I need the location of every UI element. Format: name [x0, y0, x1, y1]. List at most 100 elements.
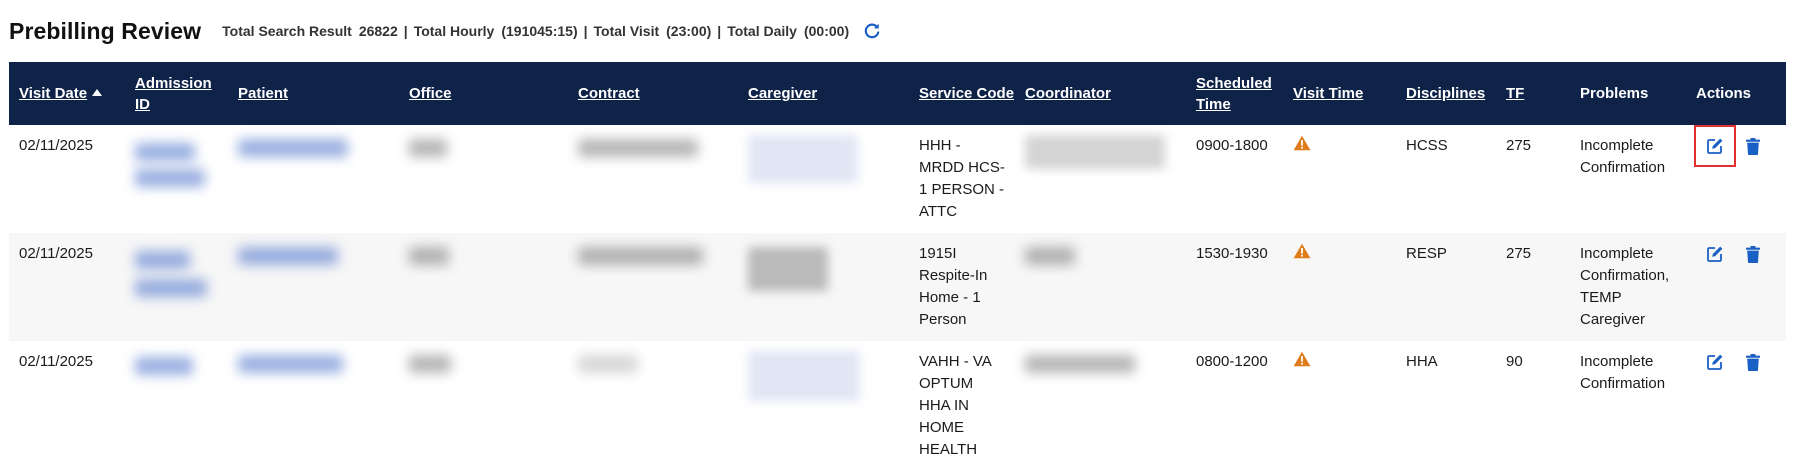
- column-header-visit-date[interactable]: Visit Date: [9, 62, 125, 125]
- cell-office: [399, 233, 568, 341]
- trash-icon[interactable]: [1742, 343, 1764, 381]
- cell-visit-time: [1283, 233, 1396, 341]
- trash-icon[interactable]: [1742, 127, 1764, 165]
- stat-separator: |: [403, 23, 408, 39]
- page-title: Prebilling Review: [9, 17, 202, 44]
- column-header-tf[interactable]: TF: [1496, 62, 1570, 125]
- column-label[interactable]: Caregiver: [748, 85, 817, 102]
- column-label[interactable]: Visit Time: [1293, 85, 1363, 102]
- redacted-office: [409, 139, 447, 157]
- cell-disciplines: RESP: [1406, 245, 1447, 262]
- column-header-disciplines[interactable]: Disciplines: [1396, 62, 1496, 125]
- column-header-visit-time[interactable]: Visit Time: [1283, 62, 1396, 125]
- cell-scheduled-time: 1530-1930: [1196, 245, 1268, 262]
- column-label[interactable]: Service Code: [919, 85, 1014, 102]
- stat-total-search-value: 26822: [358, 23, 398, 39]
- refresh-icon[interactable]: [863, 22, 881, 40]
- column-label[interactable]: Disciplines: [1406, 85, 1485, 102]
- sort-ascending-icon: [92, 89, 103, 96]
- cell-service-code: VAHH - VA OPTUM HHA IN HOME HEALTH: [919, 353, 991, 458]
- column-header-actions: Actions: [1686, 62, 1786, 125]
- redacted-admission-id[interactable]: [135, 143, 195, 161]
- cell-contract: [568, 233, 738, 341]
- column-header-coordinator[interactable]: Coordinator: [1015, 62, 1186, 125]
- cell-coordinator: [1015, 341, 1186, 473]
- cell-actions: [1686, 233, 1786, 341]
- column-header-admission-id[interactable]: Admission ID: [125, 62, 228, 125]
- table-row: 02/11/2025 HHH - MRDD HCS-1 PERSON - ATT…: [9, 125, 1786, 233]
- column-header-patient[interactable]: Patient: [228, 62, 399, 125]
- column-label[interactable]: Contract: [578, 85, 640, 102]
- cell-patient[interactable]: [228, 341, 399, 473]
- redacted-patient-name[interactable]: [238, 139, 348, 157]
- column-label[interactable]: Admission ID: [135, 75, 212, 113]
- cell-admission-id[interactable]: [125, 233, 228, 341]
- row-actions: [1696, 235, 1778, 273]
- column-header-scheduled-time[interactable]: Scheduled Time: [1186, 62, 1283, 125]
- prebilling-review-page: Prebilling Review Total Search Result 268…: [0, 0, 1815, 469]
- cell-visit-date: 02/11/2025: [19, 245, 93, 262]
- cell-actions: [1686, 341, 1786, 473]
- column-header-caregiver[interactable]: Caregiver: [738, 62, 909, 125]
- cell-admission-id[interactable]: [125, 341, 228, 473]
- cell-visit-date: 02/11/2025: [19, 137, 93, 154]
- column-label: Problems: [1580, 85, 1649, 102]
- cell-caregiver[interactable]: [738, 341, 909, 473]
- redacted-coordinator: [1025, 135, 1165, 169]
- cell-contract: [568, 341, 738, 473]
- redacted-admission-id[interactable]: [135, 279, 207, 297]
- page-header: Prebilling Review Total Search Result 268…: [9, 16, 881, 46]
- cell-office: [399, 341, 568, 473]
- cell-caregiver[interactable]: [738, 125, 909, 233]
- column-header-service-code[interactable]: Service Code: [909, 62, 1015, 125]
- warning-icon[interactable]: [1293, 351, 1311, 367]
- warning-icon[interactable]: [1293, 135, 1311, 151]
- cell-coordinator: [1015, 233, 1186, 341]
- cell-problems: Incomplete Confirmation: [1580, 137, 1666, 176]
- cell-problems: Incomplete Confirmation, TEMP Caregiver: [1580, 245, 1670, 328]
- redacted-coordinator: [1025, 355, 1135, 373]
- redacted-admission-id[interactable]: [135, 169, 205, 187]
- column-label[interactable]: Patient: [238, 85, 288, 102]
- stat-separator: |: [583, 23, 588, 39]
- redacted-patient-name[interactable]: [238, 355, 343, 373]
- cell-coordinator: [1015, 125, 1186, 233]
- stat-total-visit-label: Total Visit: [593, 23, 660, 39]
- column-label[interactable]: Scheduled Time: [1196, 75, 1272, 113]
- redacted-office: [409, 247, 449, 265]
- redacted-admission-id[interactable]: [135, 357, 193, 375]
- stat-total-daily-label: Total Daily: [727, 23, 797, 39]
- column-label[interactable]: TF: [1506, 85, 1524, 102]
- redacted-caregiver[interactable]: [748, 351, 860, 401]
- cell-disciplines: HHA: [1406, 353, 1438, 370]
- redacted-caregiver: [748, 247, 828, 291]
- cell-actions: [1686, 125, 1786, 233]
- stat-total-daily-value: (00:00): [803, 23, 850, 39]
- table-header-row: Visit Date Admission ID Patient Office C…: [9, 62, 1786, 125]
- column-label: Actions: [1696, 85, 1752, 102]
- column-label[interactable]: Visit Date: [19, 85, 87, 102]
- stat-separator: |: [717, 23, 722, 39]
- cell-patient[interactable]: [228, 233, 399, 341]
- column-header-contract[interactable]: Contract: [568, 62, 738, 125]
- cell-scheduled-time: 0900-1800: [1196, 137, 1268, 154]
- edit-icon[interactable]: [1696, 235, 1734, 273]
- redacted-contract: [578, 139, 698, 157]
- warning-icon[interactable]: [1293, 243, 1311, 259]
- cell-office: [399, 125, 568, 233]
- edit-icon[interactable]: [1694, 125, 1736, 167]
- column-label[interactable]: Office: [409, 85, 452, 102]
- trash-icon[interactable]: [1742, 235, 1764, 273]
- cell-problems: Incomplete Confirmation: [1580, 353, 1666, 392]
- redacted-patient-name[interactable]: [238, 247, 338, 265]
- column-header-office[interactable]: Office: [399, 62, 568, 125]
- redacted-admission-id[interactable]: [135, 251, 190, 269]
- stat-total-hourly-value: (191045:15): [501, 23, 578, 39]
- column-label[interactable]: Coordinator: [1025, 85, 1111, 102]
- cell-admission-id[interactable]: [125, 125, 228, 233]
- cell-patient[interactable]: [228, 125, 399, 233]
- search-summary: Total Search Result 26822 | Total Hourly (…: [222, 23, 849, 39]
- redacted-caregiver[interactable]: [748, 135, 858, 183]
- row-actions: [1696, 343, 1778, 381]
- edit-icon[interactable]: [1696, 343, 1734, 381]
